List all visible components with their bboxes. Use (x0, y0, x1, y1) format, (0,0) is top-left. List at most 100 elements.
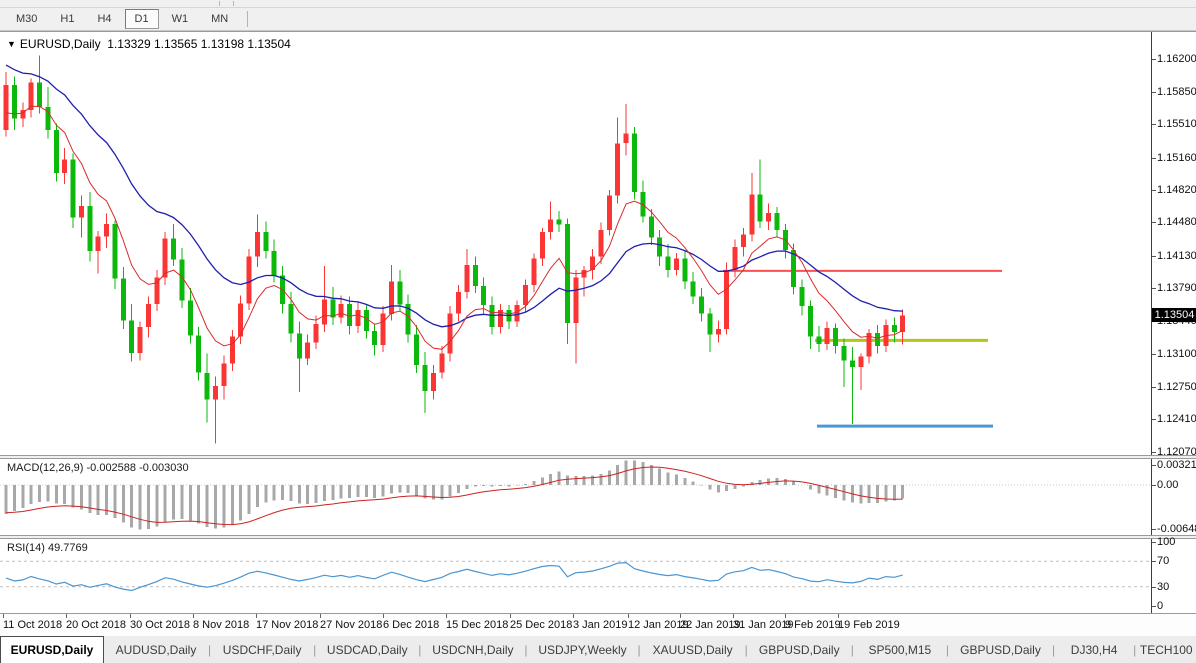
macd-tick-label: -0.006485 (1157, 523, 1196, 535)
date-label: 8 Nov 2018 (193, 619, 249, 631)
chart-tab-audusd-daily[interactable]: AUDUSD,Daily (104, 636, 208, 663)
date-label: 15 Dec 2018 (446, 619, 508, 631)
price-chart-panel[interactable]: ▼ EURUSD,Daily 1.13329 1.13565 1.13198 1.… (0, 31, 1196, 456)
date-tick-mark (193, 614, 194, 618)
timeframe-button-w1[interactable]: W1 (162, 9, 199, 29)
timeframe-button-m30[interactable]: M30 (6, 9, 47, 29)
chart-tab-usdcad-daily[interactable]: USDCAD,Daily (316, 636, 418, 663)
axis-tick-mark (1152, 452, 1156, 453)
macd-axis: 0.003216 0.00 -0.006485 (1151, 459, 1196, 535)
price-tick-label: 1.14480 (1157, 216, 1196, 228)
chart-tab-eurusd-daily[interactable]: EURUSD,Daily (0, 636, 104, 663)
timeframe-button-h4[interactable]: H4 (87, 9, 121, 29)
date-tick-mark (446, 614, 447, 618)
macd-indicator-panel[interactable]: MACD(12,26,9) -0.002588 -0.003030 0.0032… (0, 458, 1196, 536)
candlestick-chart-canvas[interactable] (0, 32, 1151, 455)
axis-tick-mark (1152, 59, 1156, 60)
top-toolbar-strip (0, 0, 1196, 8)
axis-tick-mark (1152, 190, 1156, 191)
chart-tab-gbpusd-daily[interactable]: GBPUSD,Daily (949, 636, 1052, 663)
axis-tick-mark (1152, 222, 1156, 223)
date-label: 22 Jan 2019 (680, 619, 741, 631)
axis-tick-mark (1152, 288, 1156, 289)
chart-tab-usdchf-daily[interactable]: USDCHF,Daily (211, 636, 313, 663)
date-tick-mark (838, 614, 839, 618)
date-label: 25 Dec 2018 (510, 619, 572, 631)
date-tick-mark (573, 614, 574, 618)
price-tick-label: 1.14130 (1157, 250, 1196, 262)
price-tick-label: 1.14820 (1157, 184, 1196, 196)
chart-tab-bar: EURUSD,DailyAUDUSD,Daily|USDCHF,Daily|US… (0, 636, 1196, 663)
date-tick-mark (785, 614, 786, 618)
timeframe-button-d1[interactable]: D1 (125, 9, 159, 29)
price-tick-label: 1.12070 (1157, 446, 1196, 458)
date-label: 3 Jan 2019 (573, 619, 627, 631)
chart-tab-tech100[interactable]: TECH100 (1136, 636, 1196, 663)
axis-tick-mark (1152, 124, 1156, 125)
axis-tick-mark (1152, 256, 1156, 257)
axis-tick-mark (1152, 542, 1156, 543)
price-tick-label: 1.12410 (1157, 413, 1196, 425)
date-tick-mark (3, 614, 4, 618)
rsi-chart-canvas[interactable] (0, 539, 1151, 613)
macd-values: -0.002588 -0.003030 (86, 462, 188, 474)
price-tick-label: 1.13790 (1157, 282, 1196, 294)
rsi-indicator-panel[interactable]: RSI(14) 49.7769 100 70 30 0 (0, 538, 1196, 614)
date-tick-mark (66, 614, 67, 618)
current-price-badge: 1.13504 (1152, 308, 1196, 322)
chart-title: ▼ EURUSD,Daily 1.13329 1.13565 1.13198 1.… (7, 37, 291, 51)
date-label: 27 Nov 2018 (320, 619, 382, 631)
macd-label: MACD(12,26,9) -0.002588 -0.003030 (7, 462, 189, 474)
date-tick-mark (256, 614, 257, 618)
rsi-tick-label: 30 (1157, 581, 1169, 593)
chart-tab-gbpusd-daily[interactable]: GBPUSD,Daily (748, 636, 851, 663)
date-axis: 11 Oct 2018 20 Oct 2018 30 Oct 20188 Nov 2… (0, 614, 1196, 637)
chart-tab-sp500-m15[interactable]: SP500,M15 (854, 636, 946, 663)
date-label: 9 Feb 2019 (785, 619, 841, 631)
axis-tick-mark (1152, 354, 1156, 355)
slow-ma-line (6, 65, 903, 327)
rsi-value: 49.7769 (48, 542, 88, 554)
rsi-label: RSI(14) 49.7769 (7, 542, 88, 554)
chart-tab-usdjpy-weekly[interactable]: USDJPY,Weekly (528, 636, 638, 663)
price-tick-label: 1.16200 (1157, 53, 1196, 65)
chart-title-symbol: EURUSD,Daily (20, 37, 101, 51)
date-tick-mark (628, 614, 629, 618)
toolbar-separator (233, 1, 234, 6)
chart-dropdown-triangle-icon[interactable]: ▼ (7, 39, 16, 49)
date-tick-mark (510, 614, 511, 618)
macd-tick-label: 0.00 (1157, 479, 1178, 491)
chart-tab-dj30-h4[interactable]: DJ30,H4 (1055, 636, 1133, 663)
axis-tick-mark (1152, 529, 1156, 530)
price-tick-label: 1.15850 (1157, 86, 1196, 98)
date-label: 11 Oct 2018 (3, 619, 62, 631)
trading-terminal-window: M30H1H4D1W1MN ▼ EURUSD,Daily 1.13329 1.13… (0, 0, 1196, 663)
price-tick-label: 1.12750 (1157, 381, 1196, 393)
axis-tick-mark (1152, 587, 1156, 588)
rsi-tick-label: 70 (1157, 555, 1169, 567)
date-label: 20 Oct 2018 (66, 619, 126, 631)
date-tick-mark (733, 614, 734, 618)
timeframe-button-h1[interactable]: H1 (50, 9, 84, 29)
date-tick-mark (383, 614, 384, 618)
price-axis: 1.162001.158501.155101.151601.148201.144… (1151, 32, 1196, 455)
toolbar-separator (219, 1, 220, 6)
axis-tick-mark (1152, 561, 1156, 562)
rsi-tick-label: 0 (1157, 600, 1163, 612)
chart-tab-xauusd-daily[interactable]: XAUUSD,Daily (641, 636, 745, 663)
chart-tab-usdcnh-daily[interactable]: USDCNH,Daily (421, 636, 524, 663)
price-tick-label: 1.15160 (1157, 152, 1196, 164)
date-tick-mark (320, 614, 321, 618)
chart-tabs: EURUSD,DailyAUDUSD,Daily|USDCHF,Daily|US… (0, 636, 1196, 663)
rsi-tick-label: 100 (1157, 536, 1175, 548)
date-tick-mark (680, 614, 681, 618)
chart-title-ohlc: 1.13329 1.13565 1.13198 1.13504 (107, 37, 291, 51)
timeframe-button-mn[interactable]: MN (201, 9, 238, 29)
axis-tick-mark (1152, 465, 1156, 466)
date-label: 30 Oct 2018 (130, 619, 190, 631)
date-label: 17 Nov 2018 (256, 619, 318, 631)
rsi-axis: 100 70 30 0 (1151, 539, 1196, 613)
date-label: 19 Feb 2019 (838, 619, 900, 631)
macd-tick-label: 0.003216 (1157, 459, 1196, 471)
axis-tick-mark (1152, 419, 1156, 420)
